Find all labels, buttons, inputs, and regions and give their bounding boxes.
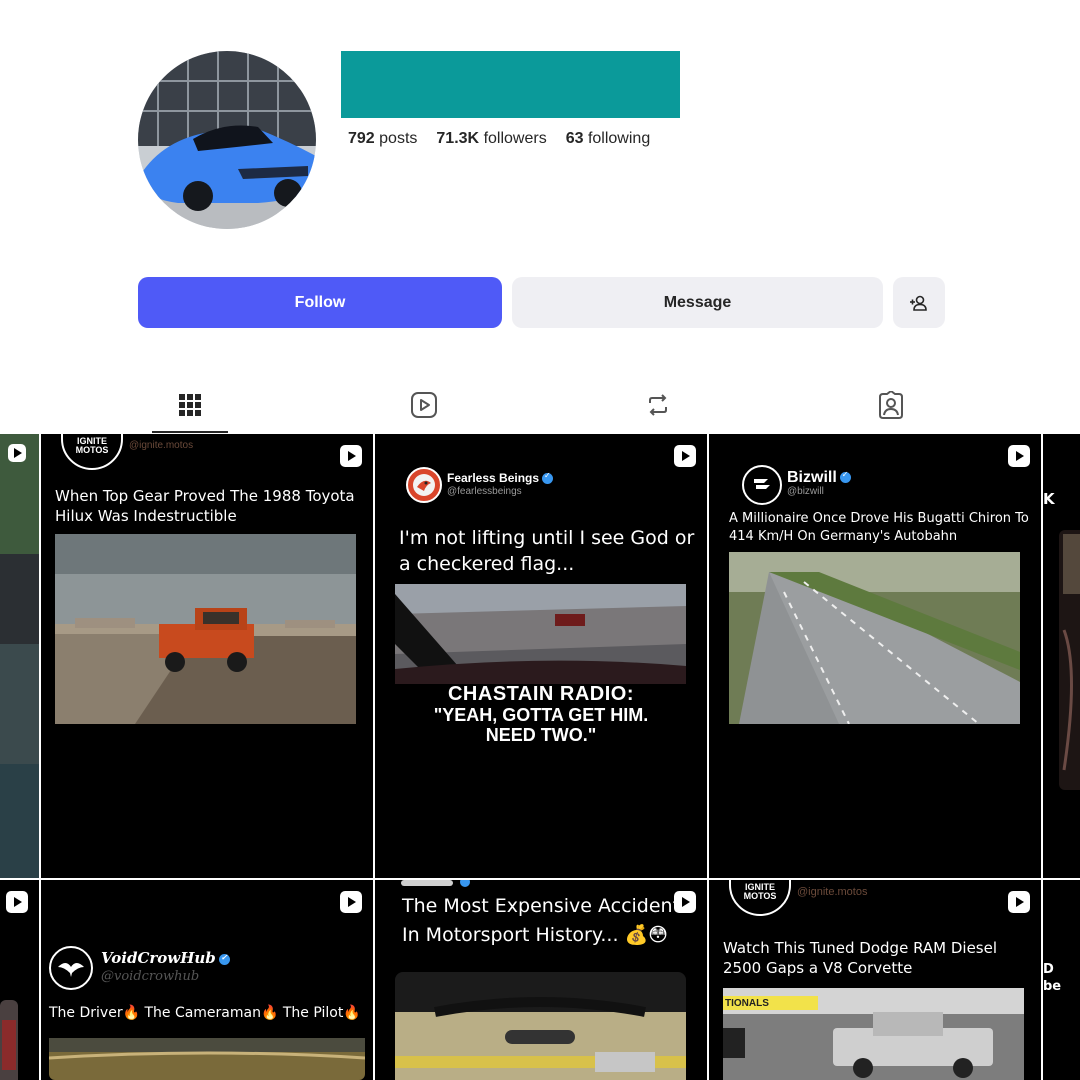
carousel-icon xyxy=(8,444,26,462)
post-tile[interactable]: Fearless Beings @fearlessbeings I'm not … xyxy=(375,434,707,878)
posts-count: 792 xyxy=(348,130,375,147)
overlay-heading: CHASTAIN RADIO: xyxy=(447,683,634,705)
verified-badge-icon xyxy=(218,952,230,965)
reel-icon xyxy=(6,891,28,913)
reel-icon xyxy=(340,891,362,913)
partial-photo xyxy=(1059,530,1080,790)
post-account-name: Bizwill xyxy=(787,469,851,487)
posts-label: posts xyxy=(379,130,418,147)
verified-badge-icon xyxy=(542,471,554,485)
tagged-icon xyxy=(879,391,903,419)
post-account-name: Fearless Beings xyxy=(447,471,554,485)
ignite-motos-logo: IGNITE MOTOS xyxy=(729,880,791,916)
active-tab-indicator xyxy=(152,431,228,433)
fearless-beings-avatar xyxy=(406,467,442,503)
reels-icon xyxy=(411,392,437,418)
post-handle: @bizwill xyxy=(787,486,824,497)
reel-icon xyxy=(674,445,696,467)
partial-account-header xyxy=(401,880,470,887)
followers-label: followers xyxy=(483,130,547,147)
race-photo xyxy=(49,1038,365,1080)
race-cockpit-photo xyxy=(395,584,686,684)
post-photo xyxy=(729,552,1020,724)
post-tile[interactable]: Bizwill @bizwill A Millionaire Once Drov… xyxy=(709,434,1041,878)
post-photo xyxy=(49,1038,365,1080)
post-tile-edge-left-bottom[interactable] xyxy=(0,880,39,1080)
post-caption: When Top Gear Proved The 1988 Toyota Hil… xyxy=(55,487,355,526)
post-caption: Watch This Tuned Dodge RAM Diesel 2500 G… xyxy=(723,939,998,978)
voidcrowhub-avatar xyxy=(49,946,93,990)
follow-button[interactable]: Follow xyxy=(138,277,502,328)
followers-count: 71.3K xyxy=(436,130,480,147)
post-caption: The Driver🔥 The Cameraman🔥 The Pilot🔥 xyxy=(49,1005,361,1021)
bizwill-avatar xyxy=(742,465,782,505)
crow-logo-icon xyxy=(58,963,84,977)
tab-reposts[interactable] xyxy=(643,390,673,420)
track-sign-text: TIONALS xyxy=(725,998,769,1009)
post-account-name: VoidCrowHub xyxy=(101,949,230,967)
message-button[interactable]: Message xyxy=(512,277,883,328)
post-caption: The Most Expensive Accident In Motorspor… xyxy=(402,895,681,947)
reel-icon xyxy=(1008,891,1030,913)
post-photo xyxy=(55,534,356,724)
post-caption: I'm not lifting until I see God or a che… xyxy=(399,527,695,575)
following-label: following xyxy=(587,130,651,147)
account-name-text: VoidCrowHub xyxy=(101,949,216,967)
suggested-users-button[interactable] xyxy=(893,277,945,328)
username-redacted-block xyxy=(341,51,680,118)
tab-posts[interactable] xyxy=(175,390,205,420)
post-caption-partial: K xyxy=(1043,490,1055,508)
post-tile-edge-right-bottom[interactable]: D be xyxy=(1043,880,1080,1080)
profile-stats: 792 posts 71.3K followers 63 following xyxy=(348,130,650,148)
post-tile[interactable]: The Most Expensive Accident In Motorspor… xyxy=(375,880,707,1080)
eagle-logo-icon xyxy=(413,474,435,496)
overlay-quote-line: NEED TWO." xyxy=(485,725,597,745)
posts-stat: 792 posts xyxy=(348,130,417,148)
post-photo xyxy=(395,584,686,684)
post-caption-partial: D be xyxy=(1043,962,1062,994)
posts-grid: IGNITE MOTOS @ignite.motos When Top Gear… xyxy=(0,434,1080,1080)
post-handle: @fearlessbeings xyxy=(447,486,522,497)
hilux-photo xyxy=(55,534,356,724)
post-caption: A Millionaire Once Drove His Bugatti Chi… xyxy=(729,511,1029,544)
grid-icon xyxy=(179,394,201,416)
car-photo-thumbnail xyxy=(0,434,39,878)
post-photo: TIONALS xyxy=(723,988,1024,1080)
account-name-text: Bizwill xyxy=(787,469,837,486)
post-tile[interactable]: IGNITE MOTOS @ignite.motos When Top Gear… xyxy=(41,434,373,878)
cockpit-crash-photo xyxy=(395,972,686,1080)
post-handle: @voidcrowhub xyxy=(101,969,200,984)
post-tile[interactable]: IGNITE MOTOS @ignite.motos Watch This Tu… xyxy=(709,880,1041,1080)
partial-photo xyxy=(0,1000,18,1080)
tab-tagged[interactable] xyxy=(876,390,906,420)
autobahn-photo xyxy=(729,552,1020,724)
tab-reels[interactable] xyxy=(409,390,439,420)
followers-stat[interactable]: 71.3K followers xyxy=(436,130,546,148)
repost-icon xyxy=(649,394,667,416)
following-stat[interactable]: 63 following xyxy=(566,130,651,148)
following-count: 63 xyxy=(565,130,584,147)
reel-icon xyxy=(1008,445,1030,467)
post-handle: @ignite.motos xyxy=(797,886,868,898)
verified-badge-icon xyxy=(839,470,851,484)
avatar-car-photo xyxy=(138,51,316,229)
post-tile-edge-right-top[interactable]: K xyxy=(1043,434,1080,878)
profile-avatar[interactable] xyxy=(138,51,316,229)
post-photo xyxy=(395,972,686,1080)
bizwill-logo-icon xyxy=(754,479,770,489)
ignite-motos-logo: IGNITE MOTOS xyxy=(61,434,123,470)
post-tile-edge-left-top[interactable] xyxy=(0,434,39,878)
add-person-icon xyxy=(910,295,927,311)
overlay-quote-line: "YEAH, GOTTA GET HIM. xyxy=(433,705,649,725)
post-handle: @ignite.motos xyxy=(129,440,194,451)
post-tile[interactable]: VoidCrowHub @voidcrowhub The Driver🔥 The… xyxy=(41,880,373,1080)
reel-icon xyxy=(340,445,362,467)
account-name-text: Fearless Beings xyxy=(447,471,540,485)
